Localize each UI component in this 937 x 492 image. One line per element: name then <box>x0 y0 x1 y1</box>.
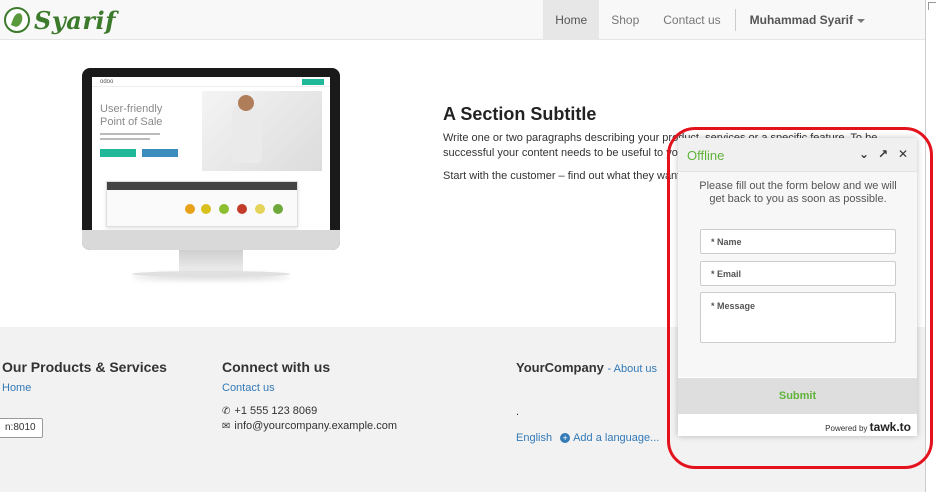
screen-headline-line2: Point of Sale <box>100 116 163 128</box>
nav-divider <box>734 9 736 31</box>
email-address: info@yourcompany.example.com <box>234 420 397 432</box>
screen-headline: User-friendly Point of Sale <box>100 103 162 129</box>
company-name: YourCompany <box>516 360 604 375</box>
chat-email-field[interactable]: * Email <box>700 261 896 286</box>
screen-pos-window <box>106 181 298 227</box>
screen-photo <box>202 91 322 171</box>
nav-item-home[interactable]: Home <box>543 0 600 40</box>
screen-green-button <box>100 149 136 157</box>
screen-logo: odoo <box>100 79 114 85</box>
fruit-icon <box>273 204 283 214</box>
port-label: n:8010 <box>0 418 43 438</box>
tawk-brand: tawk.to <box>869 420 911 434</box>
nav-item-shop[interactable]: Shop <box>599 0 651 40</box>
screen-topbar: odoo <box>92 77 330 87</box>
chat-offline-message: Please fill out the form below and we wi… <box>699 180 897 205</box>
brand-name: Syarif <box>34 5 116 35</box>
chat-header[interactable]: Offline ⌄ ↗ ✕ <box>678 138 917 172</box>
screen-button <box>302 79 324 85</box>
monitor-stand <box>179 250 243 272</box>
monitor-frame: odoo User-friendly Point of Sale <box>82 68 340 250</box>
footer-connect-heading: Connect with us <box>222 359 331 375</box>
user-name: Muhammad Syarif <box>749 13 853 27</box>
popout-icon[interactable]: ↗ <box>878 147 888 161</box>
main-nav: Home Shop Contact us Muhammad Syarif <box>543 0 877 40</box>
corner-resize-handle[interactable] <box>928 2 936 10</box>
phone-number: +1 555 123 8069 <box>234 405 318 417</box>
screen-text-line <box>100 133 160 135</box>
pos-window-bar <box>107 182 297 190</box>
user-menu[interactable]: Muhammad Syarif <box>738 0 877 40</box>
screen-text-line <box>100 138 150 140</box>
fruit-icon <box>185 204 195 214</box>
top-navbar: Syarif Home Shop Contact us Muhammad Sya… <box>0 0 925 40</box>
footer-language-bar: English + Add a language... <box>516 432 659 444</box>
footer-phone: ✆ +1 555 123 8069 <box>222 405 317 417</box>
caret-down-icon <box>857 18 865 23</box>
screen-headline-line1: User-friendly <box>100 103 163 115</box>
powered-by-label: Powered by <box>825 424 868 433</box>
chevron-down-icon[interactable]: ⌄ <box>859 147 869 161</box>
tawk-chat-widget: Offline ⌄ ↗ ✕ Please fill out the form b… <box>678 138 917 436</box>
screen-blue-button <box>142 149 178 157</box>
fruit-icon <box>255 204 265 214</box>
screen-person-head <box>238 95 254 111</box>
page-edge-divider <box>925 0 926 492</box>
chat-status: Offline <box>687 148 725 163</box>
leaf-logo-icon <box>4 7 30 33</box>
nav-item-contact[interactable]: Contact us <box>651 0 732 40</box>
footer-home-link[interactable]: Home <box>2 382 31 394</box>
phone-icon: ✆ <box>222 405 231 417</box>
footer-dot: . <box>516 406 520 418</box>
chat-name-field[interactable]: * Name <box>700 229 896 254</box>
screen-person <box>232 103 262 163</box>
close-icon[interactable]: ✕ <box>898 147 908 161</box>
plus-circle-icon: + <box>560 433 571 443</box>
fruit-icon <box>219 204 229 214</box>
fruit-icon <box>237 204 247 214</box>
brand-logo-link[interactable]: Syarif <box>4 5 116 35</box>
pos-monitor-image: odoo User-friendly Point of Sale <box>82 68 340 282</box>
about-us-link[interactable]: - About us <box>608 363 658 375</box>
footer-contact-link[interactable]: Contact us <box>222 382 275 394</box>
chat-submit-button[interactable]: Submit <box>678 378 917 414</box>
footer-products-heading: Our Products & Services <box>2 359 167 375</box>
footer-company: YourCompany - About us <box>516 360 657 375</box>
monitor-screen: odoo User-friendly Point of Sale <box>92 77 330 230</box>
monitor-base <box>132 271 290 277</box>
footer-email[interactable]: ✉ info@yourcompany.example.com <box>222 420 397 432</box>
language-english-link[interactable]: English <box>516 432 552 444</box>
chat-message-field[interactable]: * Message <box>700 292 896 343</box>
monitor-chin <box>82 230 340 250</box>
chat-form: Please fill out the form below and we wi… <box>678 172 917 377</box>
envelope-icon: ✉ <box>222 420 231 432</box>
fruit-icon <box>201 204 211 214</box>
add-language-link[interactable]: Add a language... <box>573 432 659 444</box>
section-subtitle: A Section Subtitle <box>443 104 597 124</box>
powered-by-tawk[interactable]: Powered by tawk.to <box>825 420 911 434</box>
